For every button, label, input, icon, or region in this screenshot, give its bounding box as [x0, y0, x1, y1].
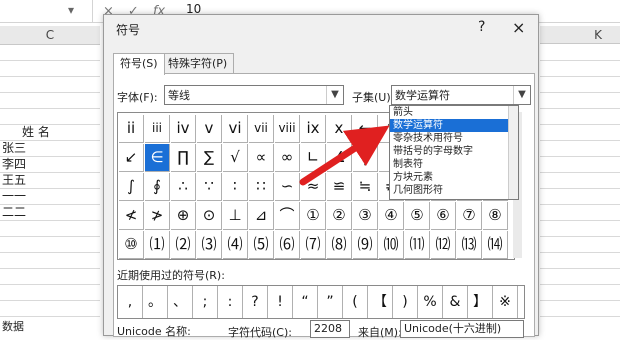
annotation-arrow-icon — [299, 125, 390, 186]
